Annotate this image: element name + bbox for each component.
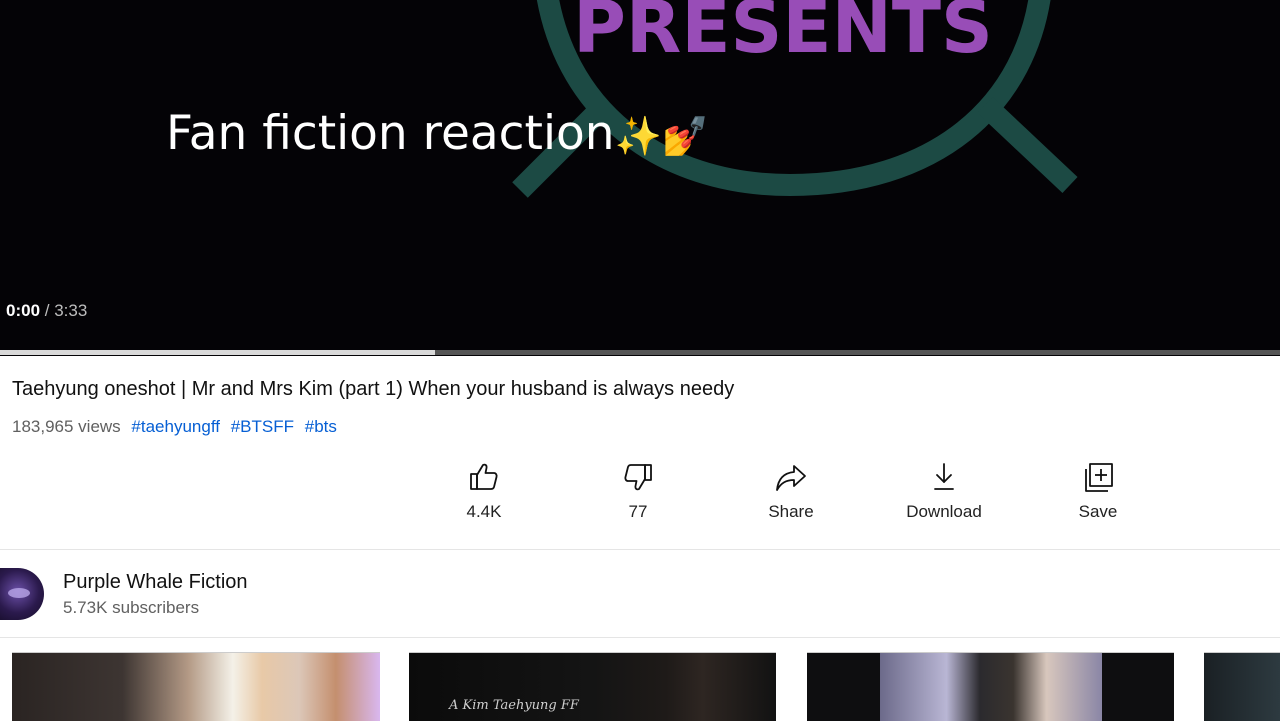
dislike-button[interactable]: 77 [578, 460, 698, 522]
video-title[interactable]: Taehyung oneshot | Mr and Mrs Kim (part … [12, 378, 734, 401]
action-bar: 4.4K 77 Share Download Save [0, 460, 1280, 530]
current-time: 0:00 [6, 301, 41, 320]
art-text: PRESENTS [573, 0, 993, 69]
hashtag-link[interactable]: #bts [305, 417, 337, 436]
overlay-caption-text: Fan fiction reaction [166, 106, 615, 161]
save-button[interactable]: Save [1038, 460, 1158, 522]
time-display: 0:00 / 3:33 [6, 301, 87, 321]
save-playlist-icon [1085, 463, 1113, 492]
share-button[interactable]: Share [731, 460, 851, 522]
thumbnail-image [880, 653, 1102, 721]
channel-avatar[interactable] [0, 568, 44, 620]
like-button[interactable]: 4.4K [424, 460, 544, 522]
duration: / 3:33 [44, 301, 88, 320]
download-label: Download [906, 502, 982, 521]
hashtag-link[interactable]: #BTSFF [231, 417, 294, 436]
thumbs-down-icon [624, 464, 652, 491]
art-leg-right [977, 96, 1078, 194]
save-label: Save [1078, 502, 1118, 521]
video-thumbnail[interactable] [1204, 652, 1280, 721]
subscriber-count: 5.73K subscribers [63, 598, 200, 617]
progress-bar[interactable] [0, 350, 1280, 355]
video-player[interactable]: PRESENTS Fan fiction reaction✨💅 0:00 / 3… [0, 0, 1280, 356]
share-icon [776, 465, 806, 491]
divider [0, 549, 1280, 550]
share-label: Share [768, 502, 814, 521]
overlay-emoji: ✨💅 [614, 114, 710, 158]
download-button[interactable]: Download [884, 460, 1004, 522]
dislike-count: 77 [628, 502, 648, 521]
like-count: 4.4K [466, 502, 502, 521]
video-thumbnail[interactable] [807, 652, 1174, 721]
hashtag-link[interactable]: #taehyungff [131, 417, 220, 436]
thumbs-up-icon [470, 463, 498, 490]
view-count: 183,965 views [12, 417, 121, 436]
video-thumbnail[interactable]: A Kim Taehyung FF [409, 652, 776, 721]
channel-name[interactable]: Purple Whale Fiction [63, 571, 248, 594]
video-meta: 183,965 views #taehyungff #BTSFF #bts [12, 417, 337, 437]
overlay-caption: Fan fiction reaction✨💅 [166, 106, 709, 161]
divider [0, 637, 1280, 638]
progress-buffer [0, 350, 436, 355]
video-frame-art: PRESENTS [512, 0, 1078, 198]
download-icon [934, 463, 954, 490]
thumbnail-caption: A Kim Taehyung FF [449, 698, 579, 713]
whale-logo-icon [8, 588, 30, 598]
video-thumbnail[interactable] [12, 652, 380, 721]
